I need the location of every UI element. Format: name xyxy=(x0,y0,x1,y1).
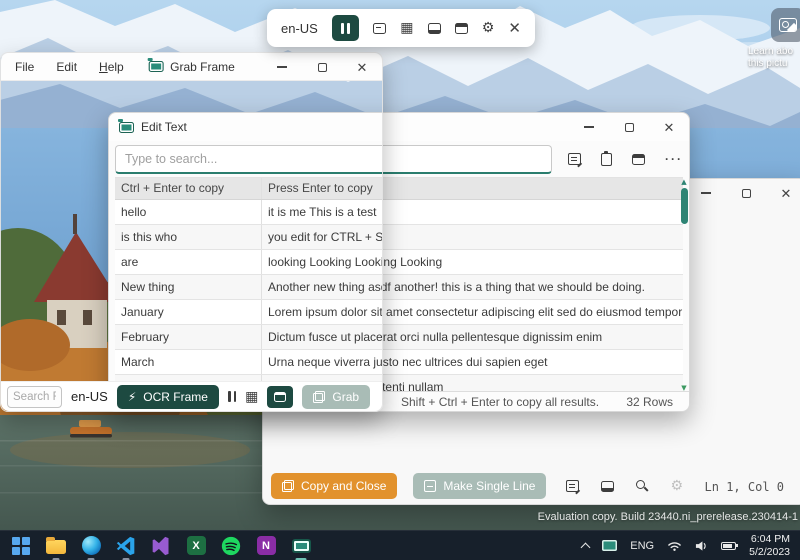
wifi-icon[interactable] xyxy=(667,540,682,552)
tray-time: 6:04 PM xyxy=(749,533,790,546)
panel-top-button[interactable] xyxy=(267,386,293,408)
language-label[interactable]: en-US xyxy=(71,389,108,404)
panel-top-icon xyxy=(274,392,286,402)
panel-bottom-icon[interactable] xyxy=(601,481,614,492)
taskbar-excel[interactable]: X xyxy=(185,535,207,557)
panel-top-icon[interactable] xyxy=(632,154,645,165)
scrollbar-thumb[interactable] xyxy=(681,188,688,224)
close-button[interactable]: ✕ xyxy=(661,119,677,135)
maximize-button[interactable] xyxy=(621,119,637,135)
window-title: Grab Frame xyxy=(170,60,235,74)
tray-date: 5/2/2023 xyxy=(749,546,790,559)
grab-frame-toolbar: en-US ⚡ OCR Frame ▦ Grab xyxy=(1,381,382,411)
table-scrollbar[interactable]: ▲ ▼ xyxy=(679,177,689,393)
grid-icon[interactable]: ▦ xyxy=(245,390,258,404)
grab-frame-app-icon xyxy=(148,61,163,72)
evaluation-watermark: Evaluation copy. Build 23440.ni_prerelea… xyxy=(538,511,798,523)
taskbar-visual-studio[interactable] xyxy=(150,535,172,557)
taskbar-spotify[interactable] xyxy=(220,535,242,557)
clock[interactable]: 6:04 PM 5/2/2023 xyxy=(749,533,790,559)
maximize-button[interactable] xyxy=(738,185,754,201)
learn-caption-line1: Learn abo xyxy=(748,46,800,58)
caret-position-status: Ln 1, Col 0 xyxy=(705,480,784,494)
grid-icon[interactable]: ▦ xyxy=(400,21,413,35)
gear-icon[interactable]: ⚙ xyxy=(482,21,495,35)
close-button[interactable]: ✕ xyxy=(354,59,370,75)
make-single-line-button[interactable]: Make Single Line xyxy=(413,473,546,499)
lightning-icon: ⚡ xyxy=(128,390,136,404)
minimize-button[interactable] xyxy=(698,185,714,201)
maximize-button[interactable] xyxy=(314,59,330,75)
menu-file[interactable]: File xyxy=(11,58,38,76)
list-edit-icon[interactable] xyxy=(566,480,579,492)
taskbar-vscode[interactable] xyxy=(115,535,137,557)
tray-chevron-up-icon[interactable] xyxy=(581,542,591,552)
taskbar-text-grab[interactable] xyxy=(290,535,312,557)
taskbar-onenote[interactable]: N xyxy=(255,535,277,557)
close-icon[interactable]: ✕ xyxy=(508,19,521,37)
close-button[interactable]: ✕ xyxy=(778,185,794,201)
clipboard-icon[interactable] xyxy=(601,153,612,166)
grab-frame-titlebar: File Edit Help Grab Frame ✕ xyxy=(1,53,382,81)
copy-and-close-button[interactable]: Copy and Close xyxy=(271,473,397,499)
ocr-frame-button[interactable]: ⚡ OCR Frame xyxy=(117,385,219,409)
panel-top-icon[interactable] xyxy=(455,23,468,34)
pause-icon[interactable] xyxy=(228,391,236,402)
floating-toolbar: en-US ▦ ⚙ ✕ xyxy=(267,9,535,47)
pause-button[interactable] xyxy=(332,15,359,41)
minimize-button[interactable] xyxy=(581,119,597,135)
taskbar-edge[interactable] xyxy=(80,535,102,557)
single-line-icon xyxy=(424,480,436,492)
vscode-icon xyxy=(116,536,136,556)
tray-text-grab-icon[interactable] xyxy=(602,540,617,551)
gear-icon[interactable]: ⚙ xyxy=(670,479,683,493)
grab-frame-window: File Edit Help Grab Frame ✕ en-US ⚡ OCR … xyxy=(0,52,383,412)
list-edit-icon[interactable] xyxy=(568,153,581,165)
scroll-up-icon[interactable]: ▲ xyxy=(681,178,686,186)
start-button[interactable] xyxy=(10,535,32,557)
tray-language[interactable]: ENG xyxy=(630,540,654,552)
speaker-icon[interactable] xyxy=(695,540,708,552)
battery-icon[interactable] xyxy=(721,542,736,550)
spotify-icon xyxy=(221,536,241,556)
search-for-input[interactable] xyxy=(7,386,62,408)
copy-hint-text: Shift + Ctrl + Enter to copy all results… xyxy=(401,395,599,409)
square-minus-icon[interactable] xyxy=(373,23,386,34)
minimize-button[interactable] xyxy=(274,59,290,75)
picture-icon[interactable] xyxy=(771,8,800,42)
language-label[interactable]: en-US xyxy=(281,21,318,36)
row-count: 32 Rows xyxy=(626,395,673,409)
visual-studio-icon xyxy=(151,536,171,556)
menu-edit[interactable]: Edit xyxy=(52,58,81,76)
grab-button[interactable]: Grab xyxy=(302,385,370,409)
copy-icon xyxy=(313,391,325,403)
search-icon[interactable] xyxy=(636,480,648,492)
more-ellipsis-icon[interactable]: ··· xyxy=(665,152,683,166)
learn-about-picture[interactable]: Learn abo this pictu xyxy=(748,8,800,70)
panel-bottom-icon[interactable] xyxy=(428,23,441,34)
learn-caption-line2: this pictu xyxy=(748,58,800,70)
taskbar: X N ENG 6:04 PM 5/2/2023 xyxy=(0,530,800,560)
copy-icon xyxy=(282,480,294,492)
menu-help[interactable]: Help xyxy=(95,58,128,76)
taskbar-file-explorer[interactable] xyxy=(45,535,67,557)
